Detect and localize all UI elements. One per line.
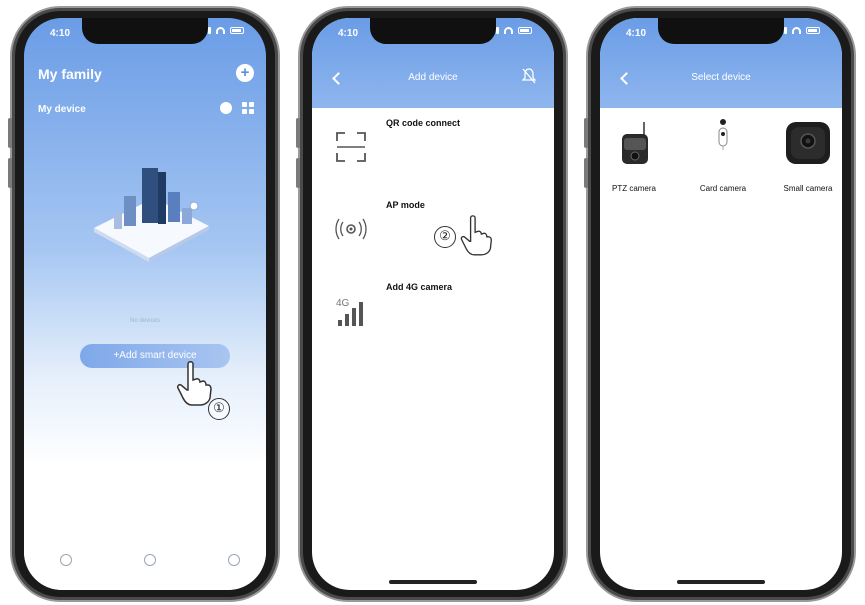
device-label: Small camera: [783, 184, 833, 193]
side-button: [584, 158, 588, 188]
small-camera-icon: [786, 122, 830, 164]
battery-icon: [230, 27, 244, 34]
tab-bar: [24, 538, 266, 590]
wifi-icon: [504, 27, 513, 34]
card-camera-icon: [718, 119, 728, 150]
option-title: AP mode: [386, 200, 425, 210]
qr-scan-icon: [336, 132, 366, 162]
plus-circle-icon[interactable]: +: [236, 64, 254, 82]
tab-home-icon[interactable]: [60, 554, 72, 566]
step-1-marker: ①: [208, 398, 230, 420]
page-title: Select device: [691, 72, 751, 83]
option-ap-mode[interactable]: AP mode: [312, 192, 554, 272]
status-time: 4:10: [338, 28, 359, 39]
side-button: [8, 118, 12, 148]
4g-signal-icon: 4G: [336, 298, 363, 326]
grid-view-icon[interactable]: [242, 102, 254, 114]
status-time: 4:10: [50, 28, 71, 39]
notch: [658, 18, 784, 44]
battery-icon: [518, 27, 532, 34]
ap-signal-icon: [335, 218, 367, 240]
home-indicator: [389, 580, 477, 584]
option-title: Add 4G camera: [386, 282, 453, 292]
side-button: [8, 158, 12, 188]
status-time: 4:10: [626, 28, 647, 39]
tab-profile-icon[interactable]: [228, 554, 240, 566]
device-card-camera[interactable]: Card camera: [683, 116, 763, 193]
phone-home-screen: 4:10 My family + My device No devices +A…: [8, 6, 280, 602]
ptz-camera-icon: [622, 122, 648, 164]
side-button: [296, 118, 300, 148]
tab-discover-icon[interactable]: [144, 554, 156, 566]
side-button: [296, 158, 300, 188]
info-icon[interactable]: [220, 102, 232, 114]
option-4g-camera[interactable]: 4G Add 4G camera: [312, 274, 554, 354]
phone-select-device-screen: 4:10 Select device PTZ camera Card camer…: [584, 6, 856, 602]
side-button: [584, 118, 588, 148]
device-ptz-camera[interactable]: PTZ camera: [600, 116, 674, 193]
empty-caption: No devices: [130, 318, 160, 324]
pointing-hand-icon: [177, 361, 212, 406]
notch: [82, 18, 208, 44]
home-indicator: [677, 580, 765, 584]
screen: 4:10 Add device QR code connect AP mode …: [312, 18, 554, 590]
step-2-marker: ②: [434, 226, 456, 248]
family-title[interactable]: My family: [38, 66, 102, 82]
device-label: PTZ camera: [611, 184, 656, 193]
svg-text:4G: 4G: [336, 298, 350, 309]
device-label: Card camera: [699, 184, 747, 193]
phone-add-device-screen: 4:10 Add device QR code connect AP mode …: [296, 6, 568, 602]
empty-devices-illustration: [94, 168, 209, 262]
pointing-hand-icon: [460, 215, 492, 256]
bell-off-icon[interactable]: [522, 68, 536, 84]
wifi-icon: [792, 27, 801, 34]
wifi-icon: [216, 27, 225, 34]
battery-icon: [806, 27, 820, 34]
option-qr-code[interactable]: QR code connect: [312, 110, 554, 190]
screen: 4:10 My family + My device No devices +A…: [24, 18, 266, 590]
device-small-camera[interactable]: Small camera: [768, 116, 842, 193]
page-title: Add device: [408, 72, 458, 83]
notch: [370, 18, 496, 44]
screen: 4:10 Select device PTZ camera Card camer…: [600, 18, 842, 590]
my-device-label: My device: [38, 104, 86, 115]
option-title: QR code connect: [386, 118, 461, 128]
